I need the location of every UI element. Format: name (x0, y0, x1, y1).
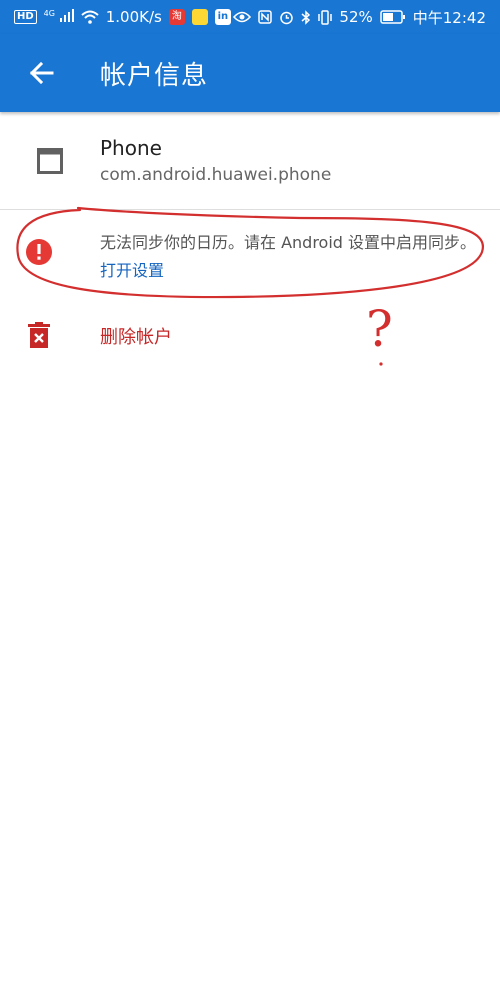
arrow-left-icon[interactable] (22, 53, 62, 93)
open-settings-link[interactable]: 打开设置 (100, 261, 164, 280)
error-message-text: 无法同步你的日历。请在 Android 设置中启用同步。 (100, 233, 477, 252)
battery-percent: 52% (339, 8, 373, 26)
status-left: HD 4G 1.00K/s 淘 in (14, 8, 231, 26)
game-app-icon (191, 9, 208, 25)
annotation-question-mark: ? (366, 300, 393, 358)
signal-icon: 4G (44, 8, 74, 26)
account-name: Phone (100, 136, 162, 160)
delete-account-row[interactable] (0, 300, 500, 370)
alarm-icon (280, 11, 294, 24)
app-bar: 帐户信息 (0, 34, 500, 112)
network-type: 4G (43, 9, 55, 18)
delete-account-label[interactable]: 删除帐户 (100, 323, 172, 349)
bluetooth-icon (301, 9, 311, 25)
status-right: 52% 中午12:42 (233, 7, 486, 28)
error-icon (26, 239, 52, 265)
trash-icon (28, 322, 50, 348)
page-title: 帐户信息 (100, 60, 209, 91)
status-bar: HD 4G 1.00K/s 淘 in 52% 中午12:42 (0, 0, 500, 34)
account-row (0, 112, 500, 210)
network-speed: 1.00K/s (105, 8, 162, 26)
nfc-icon (258, 10, 273, 24)
hd-badge: HD (14, 10, 37, 24)
eye-icon (233, 11, 252, 23)
clock: 中午12:42 (412, 8, 486, 27)
vibrate-icon (318, 9, 333, 25)
account-package: com.android.huawei.phone (100, 165, 332, 185)
wifi-icon (81, 10, 99, 24)
taobao-app-icon: 淘 (168, 9, 185, 25)
battery-icon (380, 10, 405, 24)
window-icon (37, 148, 63, 174)
sync-error-message: 无法同步你的日历。请在 Android 设置中启用同步。打开设置 (100, 229, 480, 285)
signal-bars-icon (59, 9, 74, 22)
linkedin-app-icon: in (214, 9, 231, 25)
